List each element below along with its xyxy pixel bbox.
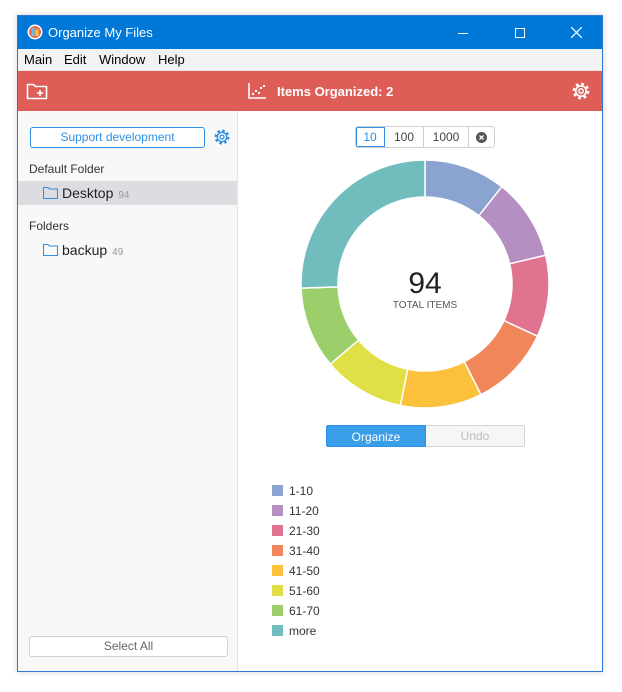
legend-label: 51-60: [289, 584, 320, 598]
menu-bar: Main Edit Window Help: [18, 49, 602, 71]
legend-label: more: [289, 624, 317, 638]
folder-icon: [43, 243, 58, 256]
clear-circle-icon: [476, 131, 487, 143]
range-option-1000[interactable]: 1000: [424, 127, 469, 147]
folder-settings-gear-icon[interactable]: [213, 128, 231, 146]
folder-item-backup[interactable]: backup 49: [18, 238, 237, 262]
legend-label: 11-20: [289, 504, 319, 518]
total-items-value: 94: [408, 267, 442, 300]
menu-edit[interactable]: Edit: [64, 52, 86, 67]
range-option-100[interactable]: 100: [385, 127, 424, 147]
toolbar: Items Organized: 2: [18, 71, 602, 111]
new-folder-icon[interactable]: [26, 81, 50, 101]
support-development-button[interactable]: Support development: [30, 127, 205, 148]
range-option-10[interactable]: 10: [356, 127, 385, 147]
folder-name: backup: [62, 242, 108, 258]
legend-swatch: [272, 505, 283, 516]
maximize-icon: [515, 27, 525, 38]
legend-label: 1-10: [289, 484, 314, 498]
app-window: Organize My Files Main Edit Window Help: [17, 15, 603, 672]
folder-icon: [43, 186, 58, 199]
app-logo-icon: [27, 24, 43, 40]
legend-swatch: [272, 485, 283, 496]
range-selector: 10 100 1000: [355, 126, 495, 148]
legend-swatch: [272, 585, 283, 596]
organized-status: Items Organized: 2: [247, 82, 393, 100]
folders-heading: Folders: [29, 219, 70, 233]
default-folder-item[interactable]: Desktop 94: [18, 181, 237, 205]
settings-gear-icon[interactable]: [571, 81, 591, 101]
title-bar: Organize My Files: [18, 16, 602, 49]
legend-swatch: [272, 625, 283, 636]
folder-name: Desktop: [62, 185, 114, 201]
window-title: Organize My Files: [48, 25, 153, 40]
items-organized-label: Items Organized: 2: [277, 83, 394, 99]
menu-main[interactable]: Main: [24, 52, 52, 67]
legend-swatch: [272, 605, 283, 616]
menu-window[interactable]: Window: [99, 52, 145, 67]
legend-label: 41-50: [289, 564, 320, 578]
minimize-button[interactable]: [438, 16, 488, 49]
scatter-chart-icon: [248, 83, 266, 99]
default-folder-heading: Default Folder: [29, 162, 105, 176]
legend-swatch: [272, 545, 283, 556]
maximize-button[interactable]: [495, 16, 545, 49]
sidebar: Support development Default Folder Deskt…: [18, 111, 238, 671]
legend-swatch: [272, 565, 283, 576]
select-all-button[interactable]: Select All: [29, 636, 228, 657]
legend-label: 31-40: [289, 544, 320, 558]
folder-count: 94: [118, 190, 130, 201]
clear-range-button[interactable]: [469, 127, 494, 147]
undo-button[interactable]: Undo: [426, 425, 525, 447]
menu-help[interactable]: Help: [158, 52, 185, 67]
minimize-icon: [458, 32, 468, 34]
close-button[interactable]: [551, 16, 601, 49]
close-icon: [570, 27, 582, 38]
main-panel: 10 100 1000 94 TOTAL ITEMS Organize Undo…: [239, 111, 602, 671]
legend-label: 21-30: [289, 524, 320, 538]
legend-label: 61-70: [289, 604, 320, 618]
total-items-label: TOTAL ITEMS: [392, 300, 458, 311]
organize-button[interactable]: Organize: [326, 425, 426, 447]
legend-swatch: [272, 525, 283, 536]
folder-count: 49: [112, 247, 124, 258]
